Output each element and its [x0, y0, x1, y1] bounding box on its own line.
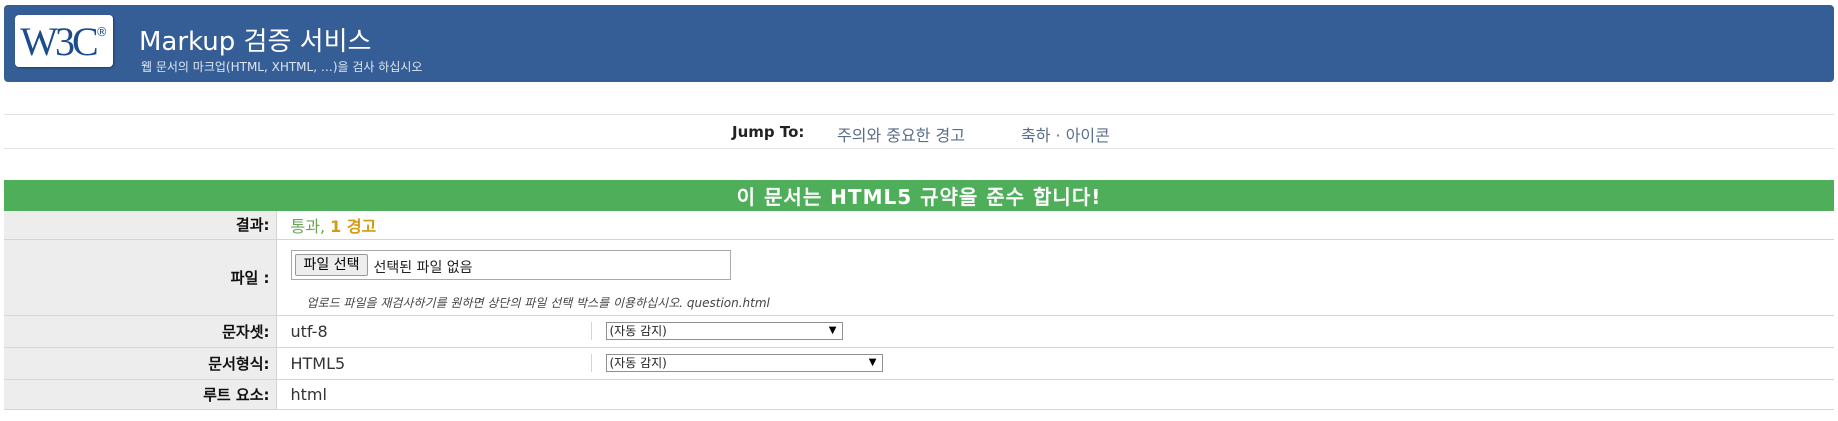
file-note: 업로드 파일을 재검사하기를 원하면 상단의 파일 선택 박스를 이용하십시오.…	[306, 295, 770, 310]
jump-link-warnings[interactable]: 주의와 중요한 경고	[837, 122, 965, 146]
jump-label: Jump To:	[732, 123, 805, 141]
w3c-logo[interactable]: W3C ®	[15, 15, 113, 67]
charset-value-cell: utf-8 (자동 감지) ▼	[276, 315, 1834, 348]
file-status-text: 선택된 파일 없음	[373, 259, 473, 276]
root-element-row: 루트 요소: html	[4, 379, 1834, 410]
site-subtitle: 웹 문서의 마크업(HTML, XHTML, …)을 검사 하십시오	[141, 60, 423, 74]
root-element-value: html	[276, 379, 1834, 410]
result-table: 이 문서는 HTML5 규약을 준수 합니다! 결과: 통과, 1 경고 파일 …	[4, 180, 1834, 410]
choose-file-button[interactable]: 파일 선택	[294, 253, 369, 276]
status-row: 이 문서는 HTML5 규약을 준수 합니다!	[4, 180, 1834, 211]
site-title: Markup 검증 서비스	[139, 27, 372, 57]
registered-mark-icon: ®	[95, 25, 108, 39]
w3c-logo-text: W3C	[20, 18, 98, 64]
doctype-value-cell: HTML5 (자동 감지) ▼	[276, 347, 1834, 380]
file-value: 파일 선택 선택된 파일 없음 업로드 파일을 재검사하기를 원하면 상단의 파…	[276, 239, 1834, 316]
triangle-down-icon: ▼	[828, 325, 837, 336]
charset-label: 문자셋:	[4, 315, 277, 348]
doctype-label: 문서형식:	[4, 347, 277, 380]
triangle-down-icon: ▼	[868, 357, 877, 368]
charset-row: 문자셋: utf-8 (자동 감지) ▼	[4, 315, 1834, 348]
file-input[interactable]: 파일 선택 선택된 파일 없음	[290, 249, 731, 280]
status-message: 이 문서는 HTML5 규약을 준수 합니다!	[736, 185, 1102, 209]
jump-link-congrats-icons[interactable]: 축하 · 아이콘	[1021, 122, 1110, 146]
doctype-row: 문서형식: HTML5 (자동 감지) ▼	[4, 347, 1834, 380]
doctype-select-value: (자동 감지)	[609, 356, 667, 370]
result-row: 결과: 통과, 1 경고	[4, 211, 1834, 240]
file-row: 파일 : 파일 선택 선택된 파일 없음 업로드 파일을 재검사하기를 원하면 …	[4, 239, 1834, 316]
charset-select-value: (자동 감지)	[609, 324, 667, 338]
doctype-value: HTML5	[290, 353, 346, 373]
jump-bar: Jump To: 주의와 중요한 경고 축하 · 아이콘	[4, 114, 1834, 149]
charset-select[interactable]: (자동 감지) ▼	[605, 322, 843, 340]
root-element-label: 루트 요소:	[4, 379, 277, 410]
result-label: 결과:	[4, 211, 277, 240]
result-pass-text: 통과,	[290, 216, 326, 236]
result-warning-link[interactable]: 1 경고	[330, 217, 376, 236]
file-label: 파일 :	[4, 239, 277, 316]
doctype-select[interactable]: (자동 감지) ▼	[605, 354, 883, 372]
result-value: 통과, 1 경고	[276, 211, 1834, 240]
header-banner: W3C ® Markup 검증 서비스 웹 문서의 마크업(HTML, XHTML…	[4, 5, 1834, 82]
charset-value: utf-8	[290, 321, 328, 341]
